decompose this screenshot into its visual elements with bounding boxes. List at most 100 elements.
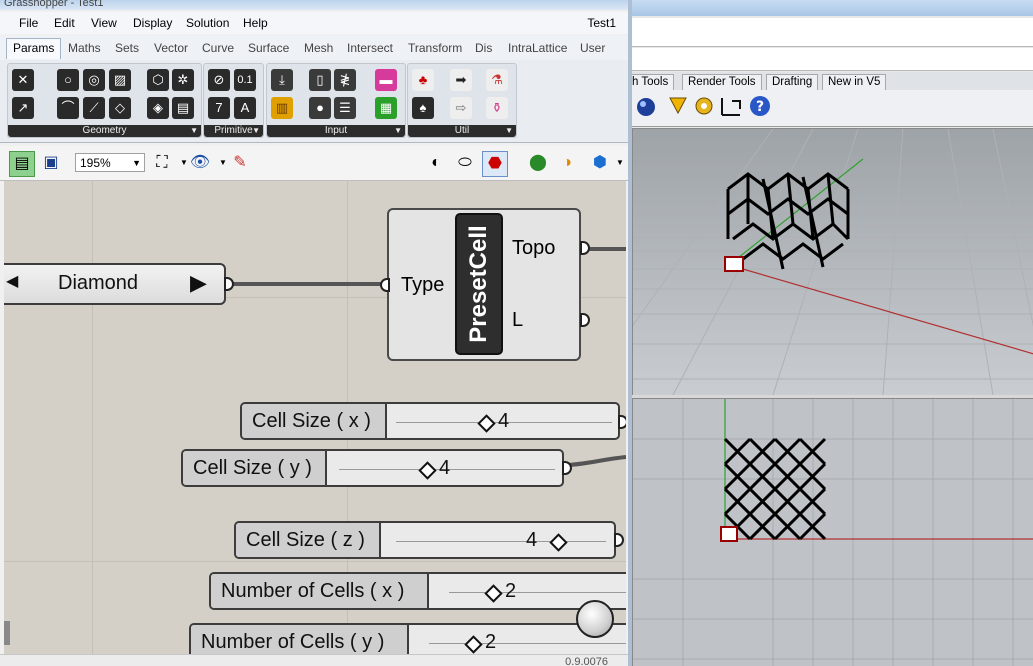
tab-sets[interactable]: Sets xyxy=(115,41,139,55)
value-list-output-port[interactable] xyxy=(224,277,234,291)
cluster-icon[interactable]: ⚗ xyxy=(486,69,508,91)
tab-transform[interactable]: Transform xyxy=(408,41,462,55)
palette-icon[interactable]: ▦ xyxy=(375,97,397,119)
group-util-label[interactable]: Util ▼ xyxy=(408,125,516,137)
point-param-icon[interactable]: ✕ xyxy=(12,69,34,91)
menu-help[interactable]: Help xyxy=(243,16,268,30)
menu-bar: File Edit View Display Solution Help Tes… xyxy=(0,12,628,34)
menu-solution[interactable]: Solution xyxy=(186,16,229,30)
tab-surface[interactable]: Surface xyxy=(248,41,289,55)
gradient-icon[interactable]: ▬ xyxy=(375,69,397,91)
slider-cell-size-y[interactable]: Cell Size ( y ) 4 xyxy=(181,449,564,487)
presetcell-type-input-port[interactable] xyxy=(380,278,390,292)
tab-maths[interactable]: Maths xyxy=(68,41,101,55)
arc-param-icon[interactable]: ⌒ xyxy=(57,97,79,119)
import-icon[interactable]: ⤓ xyxy=(271,69,293,91)
slider-cell-size-y-port[interactable] xyxy=(562,461,572,475)
perspective-viewport[interactable] xyxy=(632,128,1033,396)
plane-param-icon[interactable]: ◇ xyxy=(109,97,131,119)
group-input: ⤓ ▯ ≹ ▬ ▥ ● ☰ ▦ Input ▼ xyxy=(266,63,406,138)
menu-display[interactable]: Display xyxy=(133,16,172,30)
value-list-dropdown-arrow-icon[interactable]: ▶ xyxy=(190,270,207,296)
vector-param-icon[interactable]: ↗ xyxy=(12,97,34,119)
canvas-left-scroll-handle[interactable] xyxy=(4,621,10,645)
sketch-icon[interactable]: ✎ xyxy=(228,151,252,175)
open-file-icon[interactable]: ▤ xyxy=(9,151,35,177)
value-list-icon[interactable]: ☰ xyxy=(334,97,356,119)
chevron-down-icon[interactable]: ▼ xyxy=(608,151,628,175)
group-geometry-label[interactable]: Geometry ▼ xyxy=(8,125,201,137)
menu-file[interactable]: File xyxy=(19,16,38,30)
preview-eye-icon[interactable]: 👁 xyxy=(188,151,212,175)
material-icon[interactable]: ◑ xyxy=(555,151,579,175)
number-param-icon[interactable]: 0.1 xyxy=(234,69,256,91)
menu-edit[interactable]: Edit xyxy=(54,16,75,30)
zoom-dropdown[interactable]: 195% ▼ xyxy=(75,153,145,172)
save-file-icon[interactable]: ▣ xyxy=(39,151,63,175)
slider-number-of-cells-y[interactable]: Number of Cells ( y ) 2 xyxy=(189,623,626,654)
preview-wire-icon[interactable]: ⬭ xyxy=(453,151,477,175)
tab-mesh[interactable]: Mesh xyxy=(304,41,333,55)
presetcell-component[interactable]: Type PresetCell Topo L xyxy=(387,208,581,361)
canvas-toolbar: ▤ ▣ 195% ▼ ⛶ ▼ 👁 ▼ ✎ ◐ ⬭ ⬣ ⬤ ◑ ⬢ ▼ xyxy=(0,146,628,181)
rhino-tab-render-tools[interactable]: Render Tools xyxy=(682,74,762,90)
curve-param-icon[interactable]: ◎ xyxy=(83,69,105,91)
rhino-tab-drafting[interactable]: Drafting xyxy=(766,74,819,90)
tree-icon[interactable]: ♠ xyxy=(412,97,434,119)
tab-params[interactable]: Params xyxy=(6,38,62,59)
boolean-param-icon[interactable]: ⊘ xyxy=(208,69,230,91)
tab-vector[interactable]: Vector xyxy=(154,41,188,55)
circle-param-icon[interactable]: ○ xyxy=(57,69,79,91)
dimension-icon[interactable] xyxy=(721,98,741,116)
mesh-param-icon[interactable]: ▨ xyxy=(109,69,131,91)
canvas-navigation-widget-icon[interactable] xyxy=(576,600,614,638)
top-viewport[interactable] xyxy=(632,398,1033,666)
tab-curve[interactable]: Curve xyxy=(202,41,234,55)
help-icon[interactable]: ? xyxy=(750,96,770,116)
gh-canvas[interactable]: ◀ Diamond ▶ Type PresetCell Topo L Cell … xyxy=(4,181,626,654)
button-icon[interactable]: ▯ xyxy=(309,69,331,91)
graph-mapper-icon[interactable]: ▥ xyxy=(271,97,293,119)
geometry-param-icon[interactable]: ▤ xyxy=(172,97,194,119)
rhino-command-line[interactable] xyxy=(626,48,1033,71)
slider-cell-size-z[interactable]: Cell Size ( z ) 4 xyxy=(234,521,616,559)
slider-number-of-cells-x[interactable]: Number of Cells ( x ) 2 xyxy=(209,572,626,610)
slider-track[interactable] xyxy=(396,533,606,542)
toggle-icon[interactable]: ● xyxy=(309,97,331,119)
lattice-perspective xyxy=(726,172,850,270)
group-primitive-label[interactable]: Primitive ▼ xyxy=(204,125,263,137)
arrow-outline-icon[interactable]: ⇨ xyxy=(450,97,472,119)
rhino-tab-new-in-v5[interactable]: New in V5 xyxy=(822,74,887,90)
integer-param-icon[interactable]: 7 xyxy=(208,97,230,119)
tab-dis[interactable]: Dis xyxy=(475,41,492,55)
tab-intersect[interactable]: Intersect xyxy=(347,41,393,55)
line-param-icon[interactable]: ⟋ xyxy=(83,97,105,119)
render-settings-icon[interactable] xyxy=(695,97,713,115)
brep-param-icon[interactable]: ⬡ xyxy=(147,69,169,91)
slider-cell-size-x-port[interactable] xyxy=(618,415,626,429)
presetcell-l-output-port[interactable] xyxy=(580,313,590,327)
rhino-tab-tools[interactable]: h Tools xyxy=(626,74,675,90)
surface-param-icon[interactable]: ◈ xyxy=(147,97,169,119)
cherry-picker-icon[interactable]: ♣ xyxy=(412,69,434,91)
arrow-right-icon[interactable]: ➡ xyxy=(450,69,472,91)
bake-icon[interactable]: ⬤ xyxy=(526,151,550,175)
spotlight-icon[interactable] xyxy=(669,97,687,115)
value-list-component[interactable]: ◀ Diamond ▶ xyxy=(4,263,226,305)
slider-cell-size-z-port[interactable] xyxy=(614,533,624,547)
menu-view[interactable]: View xyxy=(91,16,117,30)
render-sphere-icon[interactable] xyxy=(637,98,655,116)
text-param-icon[interactable]: A xyxy=(234,97,256,119)
group-input-label[interactable]: Input ▼ xyxy=(267,125,405,137)
field-param-icon[interactable]: ✲ xyxy=(172,69,194,91)
slider-track[interactable] xyxy=(449,584,626,593)
knob-icon[interactable]: ≹ xyxy=(334,69,356,91)
preview-selected-icon[interactable]: ⬣ xyxy=(482,151,508,177)
flask-icon[interactable]: ⚱ xyxy=(486,97,508,119)
tab-user[interactable]: User xyxy=(580,41,605,55)
slider-number-of-cells-x-label: Number of Cells ( x ) xyxy=(211,574,429,608)
preview-shaded-icon[interactable]: ◐ xyxy=(424,151,448,175)
tab-intralattice[interactable]: IntraLattice xyxy=(508,41,567,55)
slider-cell-size-x[interactable]: Cell Size ( x ) 4 xyxy=(240,402,620,440)
zoom-extents-icon[interactable]: ⛶ xyxy=(150,151,174,175)
